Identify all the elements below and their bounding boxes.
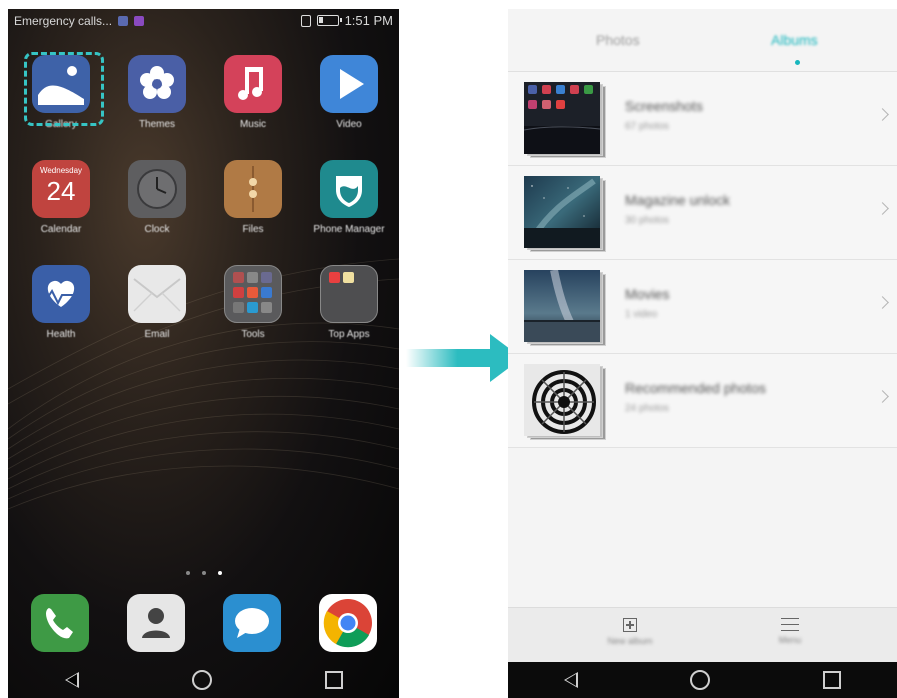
- app-email[interactable]: Email: [117, 265, 197, 340]
- home-icon[interactable]: [690, 670, 711, 690]
- album-row-recommended-photos[interactable]: Recommended photos 24 photos: [508, 354, 897, 448]
- calendar-day-name: Wednesday: [39, 166, 83, 175]
- album-thumbnail: [524, 270, 608, 346]
- app-label: Phone Manager: [313, 224, 385, 235]
- themes-icon: [128, 55, 186, 113]
- album-thumbnail: [524, 82, 608, 158]
- chrome-icon[interactable]: [319, 594, 377, 652]
- recents-icon[interactable]: [822, 671, 841, 689]
- app-label: Video: [336, 119, 362, 130]
- app-calendar[interactable]: Wednesday 24 Calendar: [21, 160, 101, 235]
- menu-icon: [781, 618, 799, 631]
- chevron-right-icon: [876, 202, 889, 215]
- album-row-magazine-unlock[interactable]: Magazine unlock 30 photos: [508, 166, 897, 260]
- notification-app-icon: [134, 16, 145, 26]
- app-label: Clock: [144, 224, 170, 235]
- video-icon: [320, 55, 378, 113]
- right-navigation-bar: [508, 662, 897, 698]
- add-album-icon: [623, 618, 637, 632]
- carrier-text: Emergency calls...: [14, 14, 113, 28]
- bottom-action-bar: New album Menu: [508, 607, 897, 664]
- tab-photos[interactable]: Photos: [596, 32, 640, 48]
- battery-icon: [316, 15, 342, 26]
- contacts-icon[interactable]: [127, 594, 185, 652]
- gallery-app: Photos Albums Screenshots 67 photos Maga…: [508, 9, 897, 698]
- notification-app-icon: [118, 16, 129, 26]
- album-count: 67 photos: [625, 121, 669, 132]
- sim-icon: [300, 14, 311, 27]
- page-dot: [202, 571, 206, 575]
- phone-manager-icon: [320, 160, 378, 218]
- chevron-right-icon: [876, 108, 889, 121]
- album-count: 1 video: [625, 309, 658, 320]
- clock-icon: [128, 160, 186, 218]
- calendar-icon: Wednesday 24: [32, 160, 90, 218]
- back-icon[interactable]: [564, 672, 579, 688]
- album-row-movies[interactable]: Movies 1 video: [508, 260, 897, 354]
- email-icon: [128, 265, 186, 323]
- album-count: 30 photos: [625, 215, 669, 226]
- app-phone-manager[interactable]: Phone Manager: [309, 160, 389, 235]
- messaging-icon[interactable]: [223, 594, 281, 652]
- folder-top-apps[interactable]: Top Apps: [309, 265, 389, 340]
- calendar-day-number: 24: [46, 176, 76, 206]
- phone-icon[interactable]: [31, 594, 89, 652]
- app-label: Themes: [138, 119, 176, 130]
- app-label: Email: [144, 329, 170, 340]
- app-music[interactable]: Music: [213, 55, 293, 130]
- album-title: Magazine unlock: [625, 192, 731, 208]
- menu-label: Menu: [778, 635, 802, 645]
- dock: [8, 594, 399, 654]
- back-icon[interactable]: [64, 672, 79, 688]
- left-navigation-bar: [8, 662, 399, 698]
- files-icon: [224, 160, 282, 218]
- tools-folder-icon: [224, 265, 282, 323]
- clock-time: 1:51 PM: [344, 13, 393, 28]
- album-row-screenshots[interactable]: Screenshots 67 photos: [508, 72, 897, 166]
- album-thumbnail: [524, 176, 608, 252]
- app-label: Top Apps: [328, 329, 370, 340]
- active-tab-indicator: [795, 60, 800, 65]
- app-label: Health: [46, 329, 76, 340]
- app-files[interactable]: Files: [213, 160, 293, 235]
- gallery-highlight-frame: [24, 52, 104, 126]
- chevron-right-icon: [876, 390, 889, 403]
- new-album-label: New album: [607, 636, 653, 646]
- page-indicator: [186, 571, 222, 575]
- app-label: Files: [242, 224, 264, 235]
- app-themes[interactable]: Themes: [117, 55, 197, 130]
- top-apps-folder-icon: [320, 265, 378, 323]
- app-video[interactable]: Video: [309, 55, 389, 130]
- app-clock[interactable]: Clock: [117, 160, 197, 235]
- app-label: Music: [239, 119, 267, 130]
- home-screen: Emergency calls... 1:51 PM Gallery Theme…: [8, 9, 399, 698]
- tab-albums[interactable]: Albums: [771, 32, 818, 48]
- new-album-button[interactable]: New album: [590, 618, 670, 646]
- album-thumbnail: [524, 364, 608, 440]
- album-title: Movies: [625, 286, 670, 302]
- tab-bar: Photos Albums: [508, 9, 897, 72]
- app-label: Tools: [241, 329, 265, 340]
- album-title: Recommended photos: [625, 380, 766, 396]
- album-title: Screenshots: [625, 98, 703, 114]
- music-icon: [224, 55, 282, 113]
- page-dot: [186, 571, 190, 575]
- chevron-right-icon: [876, 296, 889, 309]
- status-bar: Emergency calls... 1:51 PM: [8, 9, 399, 33]
- app-label: Calendar: [40, 224, 82, 235]
- page-dot-active: [218, 571, 222, 575]
- menu-button[interactable]: Menu: [750, 618, 830, 645]
- album-count: 24 photos: [625, 403, 669, 414]
- health-icon: [32, 265, 90, 323]
- folder-tools[interactable]: Tools: [213, 265, 293, 340]
- recents-icon[interactable]: [324, 671, 343, 689]
- app-health[interactable]: Health: [21, 265, 101, 340]
- home-icon[interactable]: [191, 670, 212, 690]
